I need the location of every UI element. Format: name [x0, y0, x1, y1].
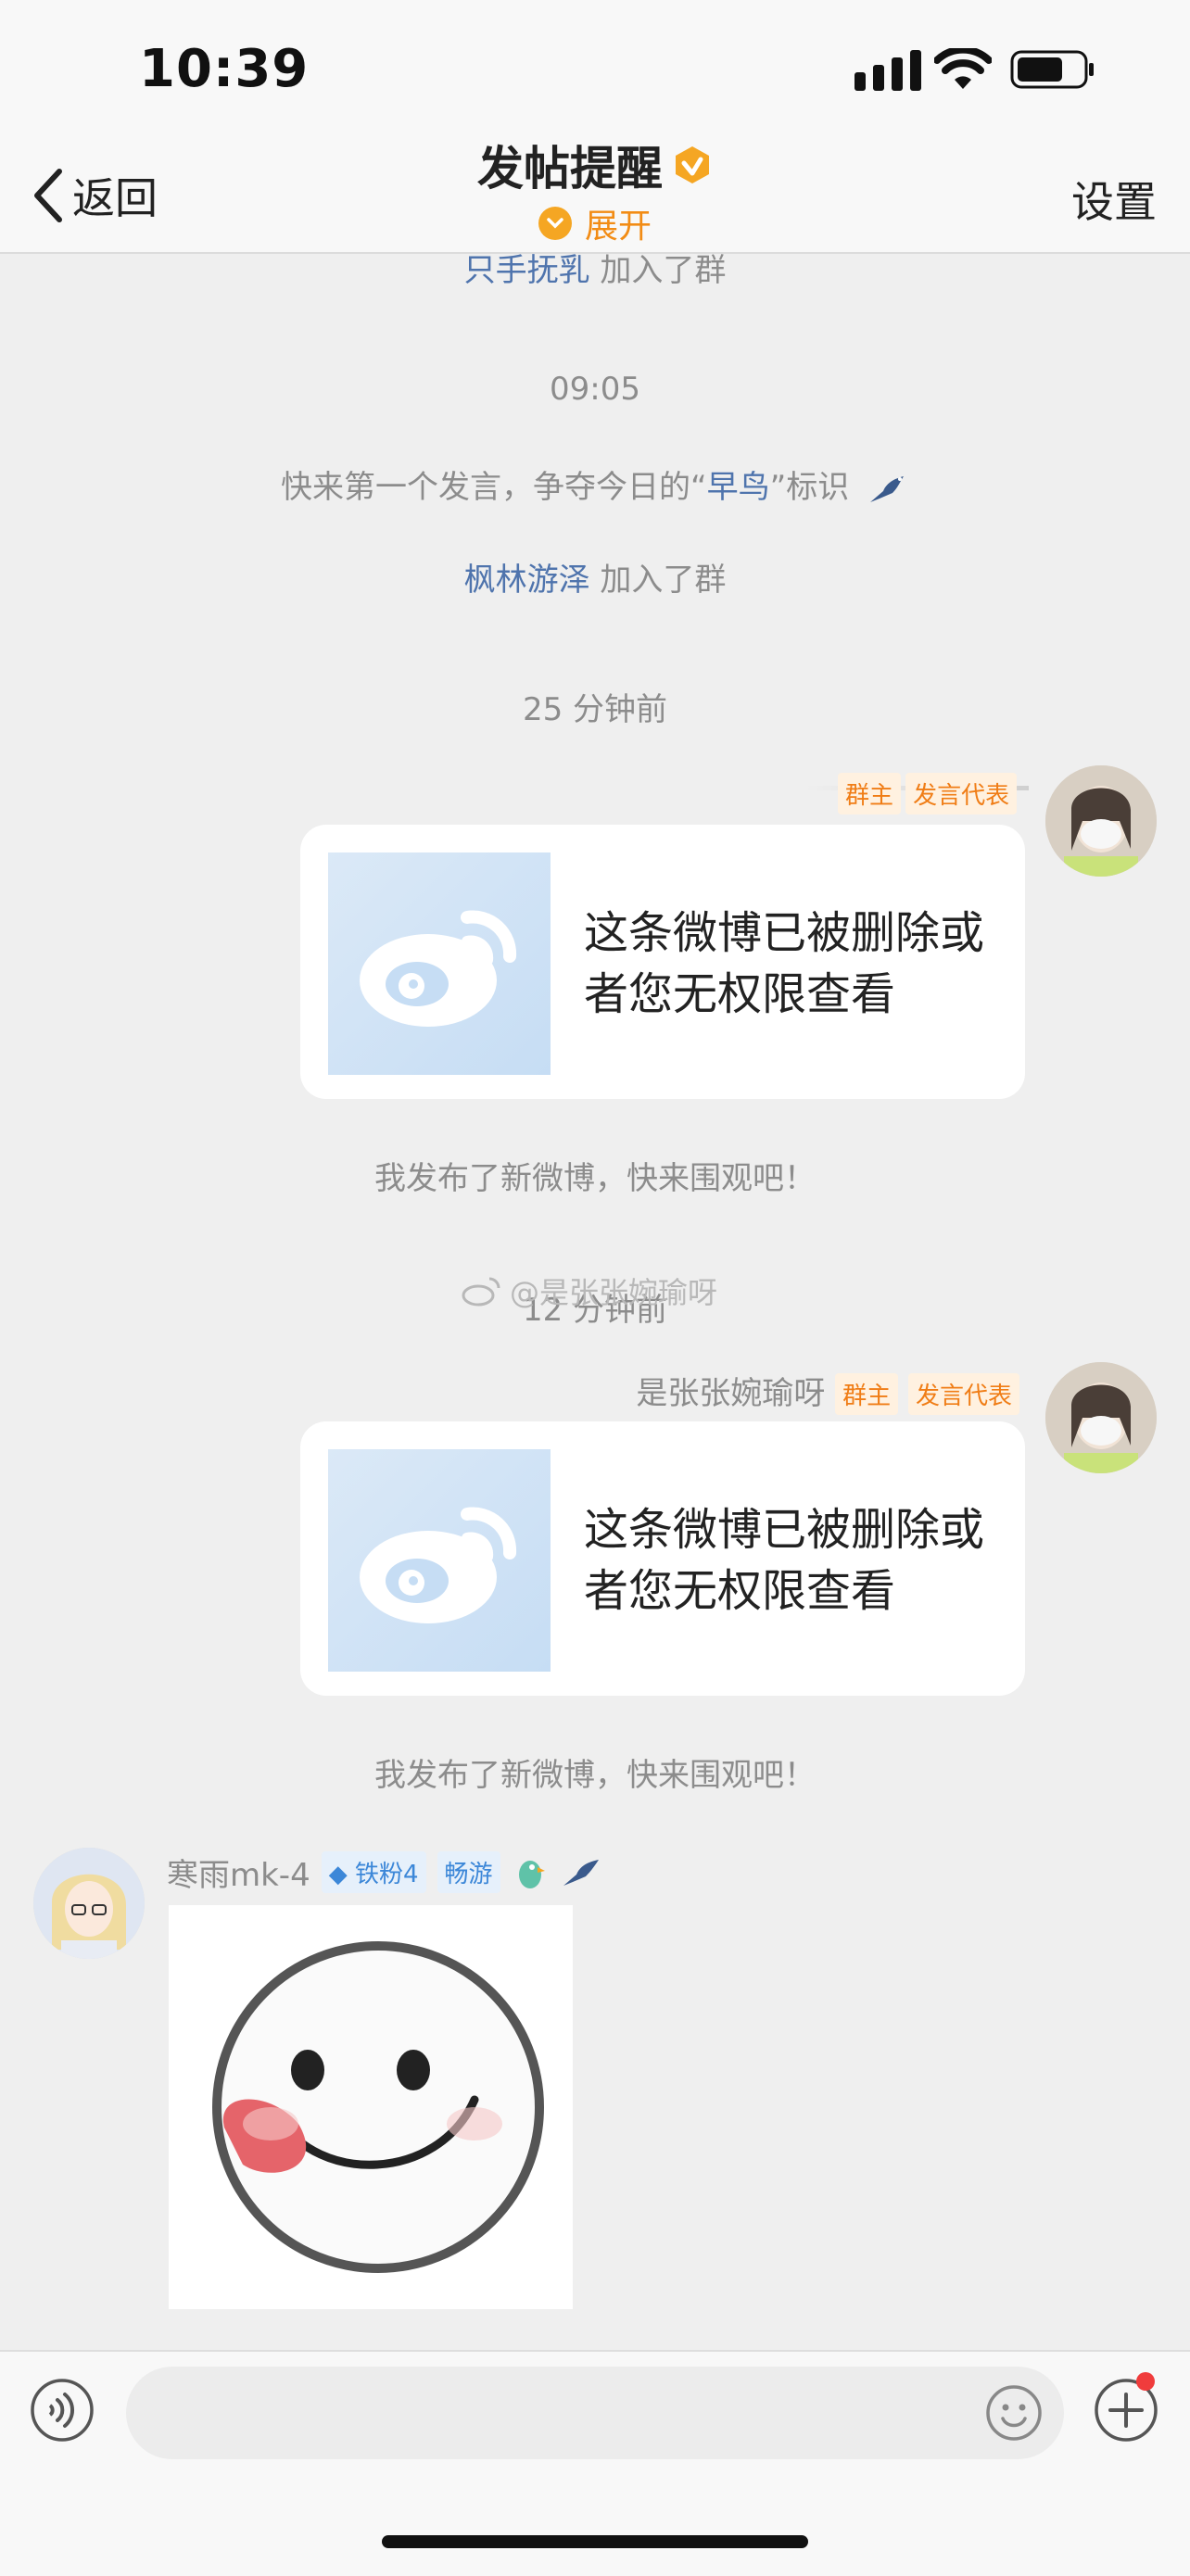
- expand-button[interactable]: 展开: [538, 199, 652, 247]
- parrot-icon: [518, 1860, 545, 1888]
- message-caption: 我发布了新微博，快来围观吧！: [374, 1160, 816, 1197]
- notification-dot: [1136, 2372, 1155, 2391]
- system-join-message: 枫林游泽 加入了群: [0, 554, 1190, 600]
- weibo-logo-icon: [328, 852, 551, 1075]
- sender-name[interactable]: 寒雨mk-4: [167, 1850, 310, 1895]
- card-text: 这条微博已被删除或者您无权限查看: [584, 1504, 985, 1617]
- swim-tag: 畅游: [437, 1851, 500, 1893]
- bird-icon: [563, 1859, 599, 1886]
- owner-tag: 群主: [838, 773, 902, 814]
- page-title: 发帖提醒: [477, 142, 663, 196]
- expand-toggle-row: 展开: [0, 199, 1190, 247]
- nav-header: 10:39 返回 发帖提醒 展开 设置: [0, 0, 1190, 254]
- battery-icon: [1010, 50, 1094, 89]
- sender-tags: 群主 发言代表: [838, 773, 1018, 814]
- avatar[interactable]: [1045, 765, 1157, 877]
- sticker-image[interactable]: [169, 1905, 573, 2309]
- bird-icon: [870, 475, 905, 502]
- cellular-signal-icon: [855, 50, 921, 91]
- expand-label: 展开: [584, 208, 652, 246]
- representative-tag: 发言代表: [905, 773, 1018, 814]
- sender-row: 是张张婉瑜呀 群主 发言代表: [538, 1368, 1019, 1415]
- weibo-watermark-icon: [462, 1277, 500, 1307]
- avatar[interactable]: [1045, 1362, 1157, 1473]
- home-indicator[interactable]: [382, 2535, 808, 2548]
- join-suffix: 加入了群: [600, 562, 727, 599]
- voice-input-button[interactable]: [30, 2378, 95, 2443]
- page-title-row: 发帖提醒: [0, 132, 1190, 198]
- settings-button[interactable]: 设置: [1071, 169, 1157, 230]
- wifi-icon: [934, 48, 992, 89]
- owner-tag: 群主: [835, 1373, 899, 1415]
- representative-tag: 发言代表: [907, 1373, 1019, 1415]
- sender-row: 寒雨mk-4 ◆ 铁粉4 畅游: [167, 1850, 606, 1895]
- join-user-name[interactable]: 枫林游泽: [464, 562, 590, 599]
- message-caption: 我发布了新微博，快来围观吧！: [374, 1757, 816, 1794]
- verified-badge-icon: [676, 146, 709, 183]
- watermark-text: @是张张婉瑜呀: [510, 1275, 718, 1310]
- emoji-button[interactable]: [984, 2383, 1044, 2443]
- message-input[interactable]: [126, 2367, 1064, 2459]
- card-text: 这条微博已被删除或者您无权限查看: [584, 907, 985, 1020]
- weibo-card[interactable]: 这条微博已被删除或者您无权限查看: [300, 825, 1025, 1099]
- early-bird-notice: 快来第一个发言，争夺今日的“早鸟”标识: [0, 461, 1190, 508]
- early-bird-prefix: 快来第一个发言，争夺今日的“: [280, 469, 707, 506]
- tongue-smile-sticker-icon: [212, 1941, 544, 2273]
- avatar[interactable]: [33, 1848, 145, 1959]
- sender-name[interactable]: 是张张婉瑜呀: [636, 1375, 825, 1412]
- timestamp: 09:05: [550, 371, 640, 408]
- early-bird-word: 早鸟: [706, 469, 770, 506]
- timestamp: 25 分钟前: [522, 691, 668, 728]
- status-time: 10:39: [139, 39, 310, 99]
- join-suffix: 加入了群: [600, 252, 727, 289]
- fan-level-label: 铁粉4: [354, 1861, 419, 1888]
- chevron-down-icon: [538, 207, 572, 240]
- join-user-name[interactable]: 只手抚乳: [464, 252, 590, 289]
- early-bird-suffix: ”标识: [769, 469, 850, 506]
- weibo-card[interactable]: 这条微博已被删除或者您无权限查看: [300, 1421, 1025, 1696]
- watermark: @是张张婉瑜呀: [462, 1269, 717, 1312]
- fan-level-tag: ◆ 铁粉4: [321, 1851, 426, 1893]
- weibo-logo-icon: [328, 1449, 551, 1672]
